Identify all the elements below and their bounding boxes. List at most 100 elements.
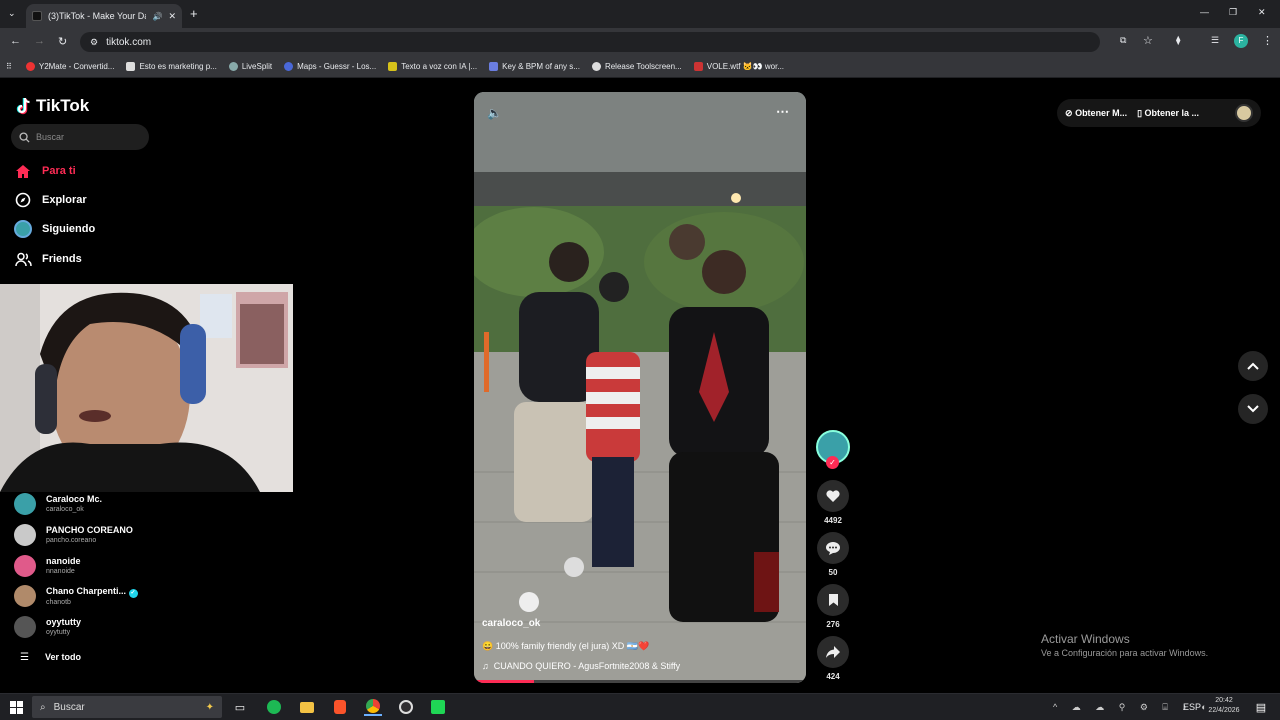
bookmark-1[interactable]: Esto es marketing p...	[126, 62, 217, 71]
tiktok-logo[interactable]: TikTok	[16, 96, 89, 116]
back-icon[interactable]: ←	[10, 35, 21, 47]
bookmark-3[interactable]: Maps - Guessr - Los...	[284, 62, 376, 71]
spotify-icon[interactable]	[265, 698, 283, 716]
video-author[interactable]: caraloco_ok	[482, 618, 540, 629]
get-app-button[interactable]: ▯ Obtener la ...	[1137, 108, 1199, 119]
search-placeholder: Buscar	[36, 132, 65, 142]
video-description: 😀 100% family friendly (el jura) XD 🇦🇷❤️	[482, 641, 650, 651]
bookmark-5[interactable]: Key & BPM of any s...	[489, 62, 580, 71]
following-item[interactable]: Chano Charpenti... ✓ chanotb	[14, 585, 138, 607]
volume-icon[interactable]: 🔈	[487, 106, 502, 120]
windows-activation-watermark: Activar Windows Ve a Configuración para …	[1041, 632, 1208, 658]
nav-label: Explorar	[42, 194, 87, 206]
reload-icon[interactable]: ↻	[58, 35, 67, 48]
like-button[interactable]	[817, 480, 849, 512]
webcam-overlay	[0, 284, 293, 492]
user-avatar[interactable]	[1235, 104, 1253, 122]
bookmark-favicon-icon	[489, 62, 499, 71]
see-all-link[interactable]: ☰ Ver todo	[20, 652, 81, 663]
restore-button[interactable]: ❐	[1229, 7, 1237, 18]
previous-video-button[interactable]	[1238, 351, 1268, 381]
file-explorer-icon[interactable]	[298, 698, 316, 716]
follow-check-icon[interactable]: ✓	[826, 456, 839, 469]
tiktok-favicon	[32, 11, 42, 21]
taskbar-search[interactable]: ⌕ Buscar ✦	[32, 696, 222, 718]
account-name: oyytutty	[46, 617, 82, 627]
extensions-icon[interactable]: ⧫	[1176, 35, 1180, 46]
music-note-icon: ♫	[482, 661, 489, 671]
reading-list-icon[interactable]: ☰	[1211, 35, 1219, 46]
nav-label: Para ti	[42, 165, 76, 177]
watermark-title: Activar Windows	[1041, 632, 1130, 646]
save-button[interactable]	[817, 584, 849, 616]
comment-button[interactable]	[817, 532, 849, 564]
bookmark-star-icon[interactable]: ☆	[1143, 34, 1153, 47]
address-bar[interactable]: ⚙ tiktok.com	[80, 32, 1100, 52]
account-handle: chanotb	[46, 598, 71, 606]
bookmark-7[interactable]: VOLE.wtf 🐱👀 wor...	[693, 62, 784, 71]
following-item[interactable]: nanoide nnanoide	[14, 555, 81, 577]
tab-search-icon[interactable]: ⌄	[8, 8, 16, 19]
avatar	[14, 585, 36, 607]
bookmark-favicon-icon	[126, 62, 136, 71]
site-info-icon[interactable]: ⚙	[90, 37, 98, 48]
bookmark-6[interactable]: Release Toolscreen...	[591, 62, 682, 71]
like-count: 4492	[824, 516, 842, 525]
search-input[interactable]: Buscar	[11, 124, 149, 150]
close-window-button[interactable]: ✕	[1258, 7, 1266, 18]
green-app-icon[interactable]	[429, 698, 447, 716]
next-video-button[interactable]	[1238, 394, 1268, 424]
new-tab-button[interactable]: +	[190, 6, 198, 21]
notification-icon[interactable]: ▤	[1252, 698, 1270, 716]
browser-menu-icon[interactable]: ⋮	[1262, 34, 1273, 47]
search-icon: ⌕	[40, 701, 46, 713]
tab-title: (3)TikTok - Make Your Day	[48, 11, 147, 21]
nav-friends[interactable]: Friends	[14, 250, 82, 268]
chevron-up-icon	[1247, 362, 1259, 370]
task-view-icon[interactable]: ▭	[231, 698, 249, 716]
nav-siguiendo[interactable]: Siguiendo	[14, 220, 95, 238]
bookmark-favicon-icon	[25, 62, 35, 71]
following-item[interactable]: oyytutty oyytutty	[14, 616, 81, 638]
home-icon	[14, 162, 32, 180]
account-handle: oyytutty	[46, 629, 71, 636]
get-coins-button[interactable]: ⊘ Obtener M...	[1065, 108, 1127, 119]
tab-close-icon[interactable]: ✕	[168, 11, 176, 22]
obs-icon[interactable]	[397, 698, 415, 716]
share-button[interactable]	[817, 636, 849, 668]
account-handle: caraloco_ok	[46, 506, 84, 513]
bookmark-0[interactable]: Y2Mate - Convertid...	[25, 62, 114, 71]
account-handle: pancho.coreano	[46, 537, 97, 544]
input-language[interactable]: ESP	[1183, 702, 1201, 712]
account-handle: nnanoide	[46, 568, 75, 575]
bookmark-4[interactable]: Texto a voz con IA |...	[388, 62, 477, 71]
avatar	[14, 616, 36, 638]
tiktok-wordmark: TikTok	[36, 96, 90, 115]
windows-start-icon[interactable]	[7, 698, 25, 716]
nav-para-ti[interactable]: Para ti	[14, 162, 76, 180]
video-progress-fill	[474, 680, 534, 683]
taskbar-search-placeholder: Buscar	[53, 701, 85, 713]
phone-icon: ▯	[1137, 107, 1143, 118]
nav-explorar[interactable]: Explorar	[14, 191, 87, 209]
minimize-button[interactable]: —	[1200, 7, 1209, 17]
video-progress-bar[interactable]	[474, 680, 806, 683]
tab-audio-icon[interactable]: 🔊	[152, 12, 162, 21]
following-item[interactable]: Caraloco Mc. caraloco_ok	[14, 493, 102, 515]
install-app-icon[interactable]: ⧉	[1120, 35, 1126, 46]
forward-icon[interactable]: →	[34, 35, 45, 47]
more-options-icon[interactable]: ⋯	[776, 104, 789, 120]
brave-icon[interactable]	[331, 698, 349, 716]
avatar	[14, 493, 36, 515]
video-player[interactable]: 🔈 ⋯	[474, 92, 806, 683]
bookmark-2[interactable]: LiveSplit	[228, 62, 272, 71]
following-item[interactable]: PANCHO COREANO pancho.coreano	[14, 524, 133, 546]
clock[interactable]: 20:42 22/4/2026	[1204, 696, 1244, 716]
video-frame	[474, 92, 806, 683]
apps-icon[interactable]: ⠿	[6, 62, 12, 71]
browser-tab-tiktok[interactable]: (3)TikTok - Make Your Day 🔊 ✕	[26, 4, 182, 28]
profile-avatar[interactable]: F	[1234, 34, 1248, 48]
video-music[interactable]: ♫ CUANDO QUIERO - AgusFortnite2008 & Sti…	[482, 661, 680, 671]
search-icon	[19, 131, 30, 143]
chrome-icon[interactable]	[364, 698, 382, 716]
